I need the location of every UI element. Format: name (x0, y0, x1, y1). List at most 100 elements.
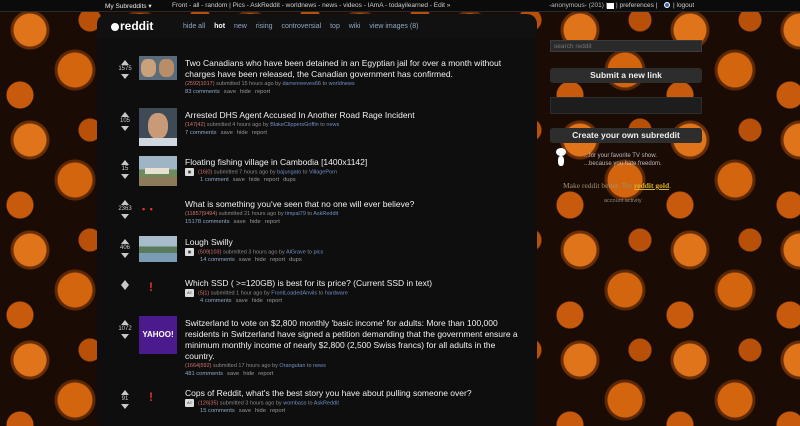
image-expando-icon[interactable]: ▣ (185, 248, 194, 256)
hide-button[interactable]: hide (237, 130, 248, 136)
tab-view-images[interactable]: view images (8) (369, 23, 418, 30)
post-title[interactable]: Lough Swilly (185, 237, 525, 248)
report-button[interactable]: report (252, 130, 267, 136)
comments-link[interactable]: 14 comments (200, 257, 235, 263)
hide-button[interactable]: hide (243, 371, 254, 377)
downvote-icon[interactable] (121, 334, 129, 339)
author-link[interactable]: bajungato (277, 169, 301, 175)
downvote-icon[interactable] (121, 174, 129, 179)
hide-button[interactable]: hide (252, 298, 263, 304)
subreddit-link[interactable]: news (313, 363, 326, 369)
report-button[interactable]: report (267, 298, 282, 304)
submit-link-button[interactable]: Submit a new link (550, 68, 702, 83)
report-button[interactable]: report (270, 257, 285, 263)
hide-button[interactable]: hide (250, 219, 261, 225)
yahoo-thumbnail[interactable]: YAHOO! (139, 316, 177, 354)
reddit-logo[interactable]: reddit (111, 19, 153, 33)
author-link[interactable]: timpal79 (285, 211, 306, 217)
comments-link[interactable]: 1 comment (200, 177, 229, 183)
username[interactable]: -anonymous- (201) | (549, 2, 607, 9)
post-title[interactable]: Which SSD ( >=120GB) is best for its pri… (185, 278, 525, 289)
author-link[interactable]: FrontLoadedAnvils (271, 290, 317, 296)
preferences-link[interactable]: | preferences | (616, 2, 657, 9)
hide-button[interactable]: hide (255, 408, 266, 414)
save-button[interactable]: save (233, 219, 245, 225)
self-post-icon[interactable]: ! (149, 390, 154, 404)
subreddit-link[interactable]: pics (314, 249, 324, 255)
report-button[interactable]: report (265, 219, 280, 225)
downvote-icon[interactable] (121, 214, 129, 219)
reddit-gold-link[interactable]: reddit gold (634, 181, 669, 190)
subreddit-link[interactable]: VillagePorn (309, 169, 337, 175)
mail-icon[interactable] (607, 3, 614, 9)
dups-link[interactable]: dups (283, 177, 296, 183)
self-post-icon[interactable]: • • (142, 204, 154, 214)
post-title[interactable]: What is something you've seen that no on… (185, 199, 525, 210)
author-link[interactable]: AlGrave (286, 249, 306, 255)
subreddit-link[interactable]: news (326, 122, 339, 128)
save-button[interactable]: save (233, 177, 245, 183)
downvote-icon[interactable] (121, 285, 129, 290)
report-button[interactable]: report (264, 177, 279, 183)
comments-link[interactable]: 15178 comments (185, 219, 229, 225)
downvote-icon[interactable] (121, 404, 129, 409)
tab-top[interactable]: top (330, 23, 340, 30)
post-title[interactable]: Arrested DHS Agent Accused In Another Ro… (185, 110, 525, 121)
subreddit-link[interactable]: AskReddit (313, 211, 338, 217)
save-button[interactable]: save (239, 408, 251, 414)
tab-controversial[interactable]: controversial (281, 23, 321, 30)
comments-link[interactable]: 7 comments (185, 130, 217, 136)
downvote-icon[interactable] (121, 253, 129, 258)
author-link[interactable]: wombass (283, 400, 306, 406)
self-post-icon[interactable]: ! (149, 280, 154, 294)
post-title[interactable]: Switzerland to vote on $2,800 monthly 'b… (185, 318, 525, 362)
post-title[interactable]: Floating fishing village in Cambodia [14… (185, 157, 525, 168)
comments-link[interactable]: 4 comments (200, 298, 232, 304)
author-link[interactable]: darrenreeves66 (282, 81, 321, 87)
hide-button[interactable]: hide (249, 177, 260, 183)
report-button[interactable]: report (258, 371, 273, 377)
subreddit-link[interactable]: hardware (325, 290, 348, 296)
post-title[interactable]: Cops of Reddit, what's the best story yo… (185, 388, 525, 399)
comments-link[interactable]: 15 comments (200, 408, 235, 414)
author-link[interactable]: BlakeClippersGriffin (270, 122, 319, 128)
subreddit-links-bar[interactable]: Front - all - random | Pics - AskReddit … (172, 2, 450, 9)
text-expando-icon[interactable]: A≡ (185, 399, 194, 407)
thumbnail[interactable] (139, 56, 177, 80)
author-link[interactable]: Orangutan (279, 363, 305, 369)
create-subreddit-button[interactable]: Create your own subreddit (550, 128, 702, 143)
report-button[interactable]: report (270, 408, 285, 414)
tab-hot[interactable]: hot (214, 23, 225, 30)
text-expando-icon[interactable]: A≡ (185, 289, 194, 297)
save-button[interactable]: save (227, 371, 239, 377)
search-input[interactable] (550, 40, 702, 52)
thumbnail[interactable] (139, 108, 177, 146)
downvote-icon[interactable] (121, 74, 129, 79)
tab-rising[interactable]: rising (256, 23, 273, 30)
dups-link[interactable]: dups (289, 257, 302, 263)
vote-box: 1072 (113, 320, 137, 339)
gear-icon[interactable] (664, 2, 670, 8)
tab-new[interactable]: new (234, 23, 247, 30)
save-button[interactable]: save (221, 130, 233, 136)
my-subreddits-dropdown[interactable]: My Subreddits ▾ (105, 2, 152, 10)
logout-link[interactable]: | logout (673, 2, 694, 9)
comments-link[interactable]: 83 comments (185, 89, 220, 95)
hide-button[interactable]: hide (255, 257, 266, 263)
subreddit-link[interactable]: worldnews (329, 81, 355, 87)
tab-wiki[interactable]: wiki (349, 23, 361, 30)
hide-button[interactable]: hide (240, 89, 251, 95)
thumbnail[interactable] (139, 236, 177, 262)
account-activity-link[interactable]: account activity (550, 198, 702, 204)
save-button[interactable]: save (236, 298, 248, 304)
tab-hide-all[interactable]: hide all (183, 23, 205, 30)
save-button[interactable]: save (224, 89, 236, 95)
image-expando-icon[interactable]: ▣ (185, 168, 194, 176)
downvote-icon[interactable] (121, 126, 129, 131)
save-button[interactable]: save (239, 257, 251, 263)
thumbnail[interactable] (139, 156, 177, 186)
subreddit-link[interactable]: AskReddit (314, 400, 339, 406)
post-title[interactable]: Two Canadians who have been detained in … (185, 58, 525, 80)
report-button[interactable]: report (255, 89, 270, 95)
comments-link[interactable]: 481 comments (185, 371, 223, 377)
